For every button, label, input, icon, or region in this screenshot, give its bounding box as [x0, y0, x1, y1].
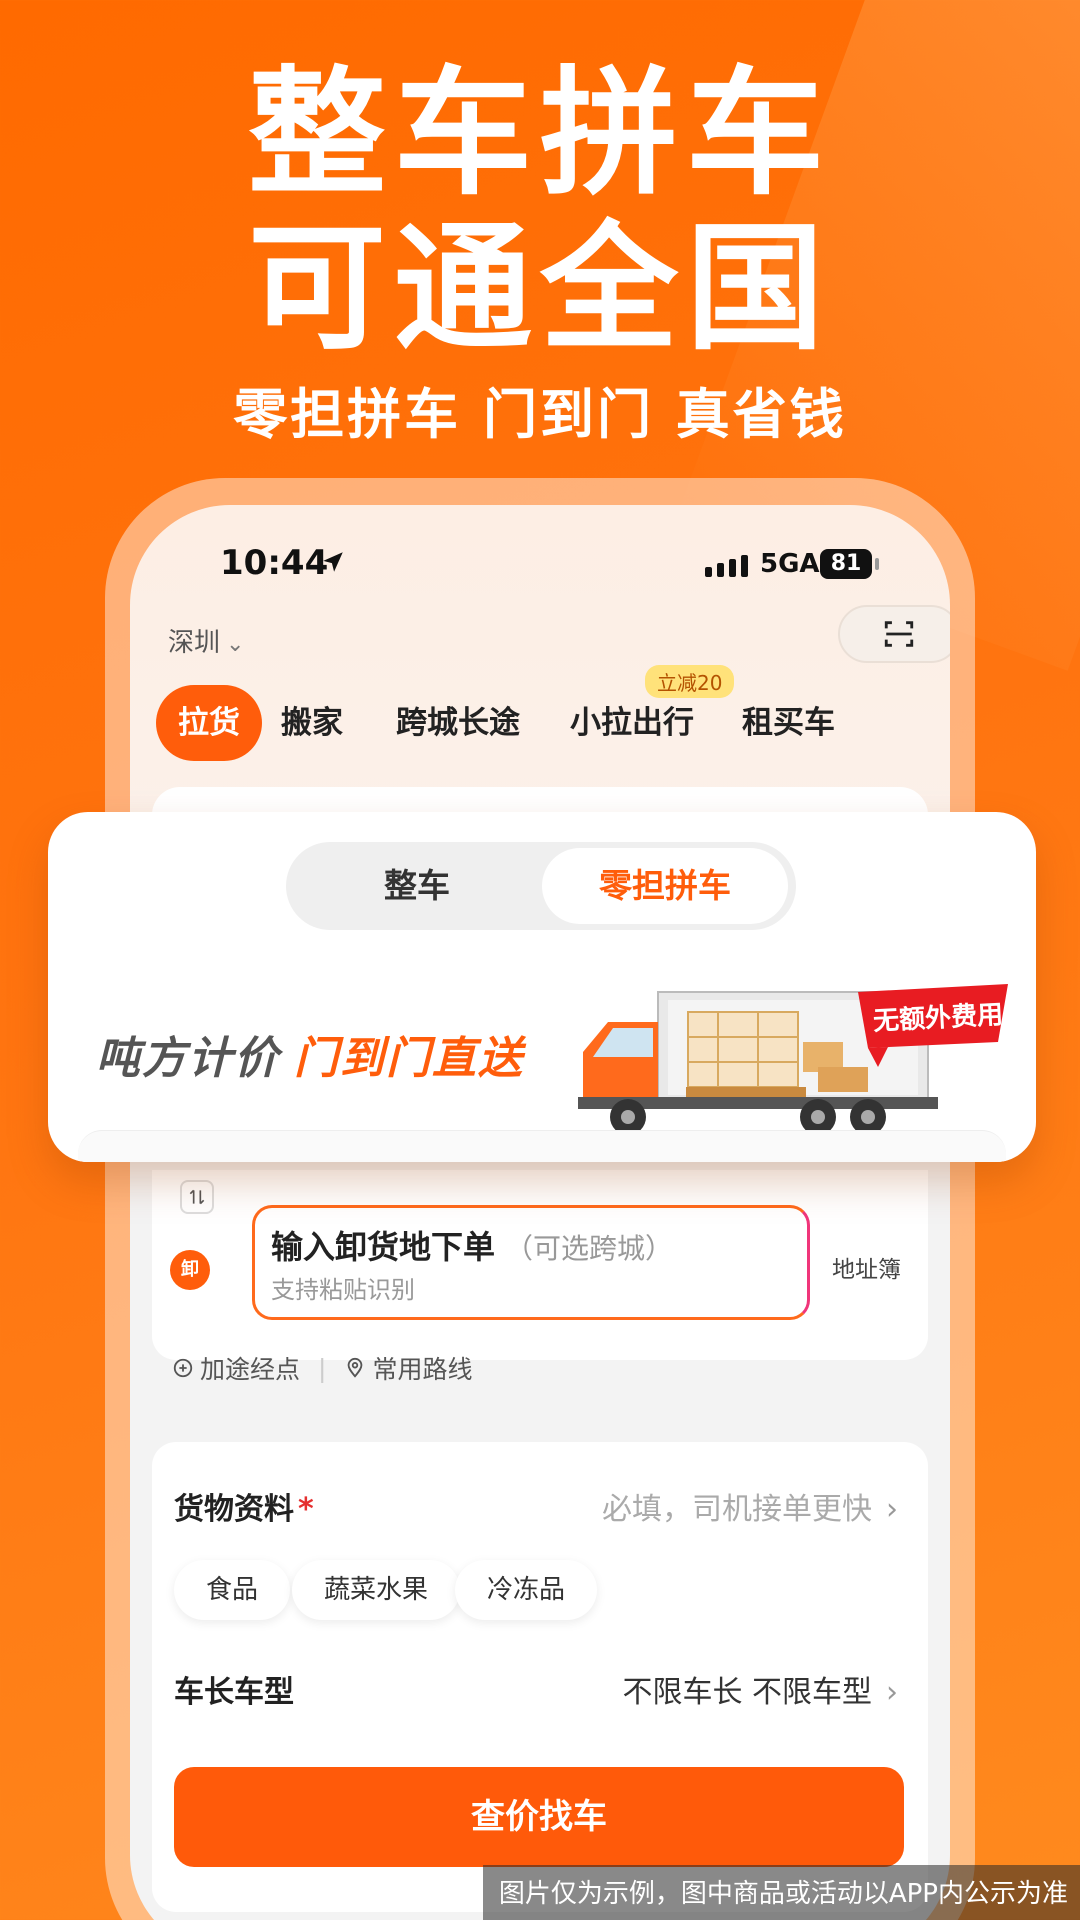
city-selector[interactable]: 深圳 ⌄ [168, 622, 244, 659]
battery-tip [875, 558, 879, 570]
chip-food[interactable]: 食品 [174, 1560, 291, 1620]
unload-input-optional: （可选跨城） [505, 1232, 674, 1265]
cargo-label: 货物资料 [174, 1492, 294, 1527]
vehicle-value: 不限车长 不限车型 [622, 1675, 872, 1710]
tab-freight[interactable]: 拉货 [156, 685, 262, 761]
service-tabs: 拉货 搬家 跨城长途 小拉出行 租买车 [156, 685, 950, 763]
chevron-right-icon: › [886, 1675, 898, 1710]
swap-icon[interactable] [180, 1180, 214, 1214]
scan-icon [884, 621, 914, 647]
slogan-pricing: 吨方计价 [96, 1033, 280, 1084]
required-mark: * [298, 1492, 314, 1527]
disclaimer: 图片仅为示例，图中商品或活动以APP内公示为准 [482, 1865, 1080, 1920]
banner-slogan: 吨方计价 门到门直送 [96, 1022, 524, 1086]
unload-marker-icon: 卸 [170, 1250, 210, 1290]
location-arrow-icon [323, 552, 343, 572]
unload-address-input[interactable]: 输入卸货地下单 （可选跨城） 支持粘贴识别 [252, 1205, 810, 1320]
city-label: 深圳 [168, 628, 221, 658]
truck-illustration: 无额外费用 [578, 984, 1008, 1135]
signal-icon [705, 555, 748, 577]
segment-ltl[interactable]: 零担拼车 [542, 848, 788, 924]
order-type-banner: 整车 零担拼车 吨方计价 门到门直送 无额外费用 [48, 812, 1036, 1162]
pin-icon [348, 1357, 363, 1378]
battery-icon: 81 [820, 549, 872, 579]
chevron-down-icon: ⌄ [226, 632, 245, 657]
cargo-card: 货物资料 * 必填，司机接单更快 › 食品 蔬菜水果 冷冻品 车长车型 不限车长 不… [152, 1442, 928, 1912]
chevron-right-icon: › [886, 1492, 898, 1527]
chip-frozen[interactable]: 冷冻品 [455, 1560, 598, 1620]
address-actions: 加途经点 | 常用路线 [172, 1350, 472, 1386]
unload-input-hint: 支持粘贴识别 [271, 1276, 415, 1304]
cargo-placeholder: 必填，司机接单更快 [602, 1492, 872, 1527]
status-time: 10:44 [220, 543, 329, 583]
cargo-info-selector[interactable]: 必填，司机接单更快 › [602, 1484, 898, 1528]
hero-title-line1: 整车拼车 [247, 53, 832, 214]
divider: | [318, 1353, 327, 1383]
unload-input-title: 输入卸货地下单 （可选跨城） [271, 1222, 673, 1268]
segment-full-truck[interactable]: 整车 [294, 848, 540, 924]
status-bar: 10:44 5GA 81 [130, 543, 950, 593]
tab-intercity[interactable]: 跨城长途 [396, 685, 520, 761]
address-book-link[interactable]: 地址簿 [832, 1250, 901, 1284]
add-stop-link[interactable]: 加途经点 [200, 1350, 300, 1386]
banner-footer [78, 1130, 1006, 1162]
vehicle-label: 车长车型 [174, 1675, 294, 1710]
phone-screen: 10:44 5GA 81 深圳 ⌄ 立减20 拉货 搬家 跨城长途 小拉出行 租买… [130, 505, 950, 1920]
tab-moving[interactable]: 搬家 [281, 685, 343, 761]
plus-circle-icon [173, 1358, 193, 1378]
cargo-label-row: 货物资料 * [174, 1484, 314, 1528]
tab-ride[interactable]: 小拉出行 [570, 685, 694, 761]
common-routes-link[interactable]: 常用路线 [372, 1350, 472, 1386]
find-vehicle-button[interactable]: 查价找车 [174, 1767, 904, 1867]
vehicle-selector[interactable]: 不限车长 不限车型 › [622, 1667, 898, 1711]
scan-button[interactable] [838, 605, 950, 663]
network-type: 5GA [760, 549, 820, 579]
hero-title-line2: 可通全国 [247, 208, 832, 369]
order-type-segment: 整车 零担拼车 [286, 842, 796, 930]
hero-subtitle: 零担拼车 门到门 真省钱 [233, 383, 847, 446]
slogan-door-to-door: 门到门直送 [294, 1033, 524, 1084]
tab-rent-buy[interactable]: 租买车 [742, 685, 835, 761]
unload-input-label: 输入卸货地下单 [271, 1228, 496, 1266]
chip-vegetables-fruits[interactable]: 蔬菜水果 [292, 1560, 461, 1620]
